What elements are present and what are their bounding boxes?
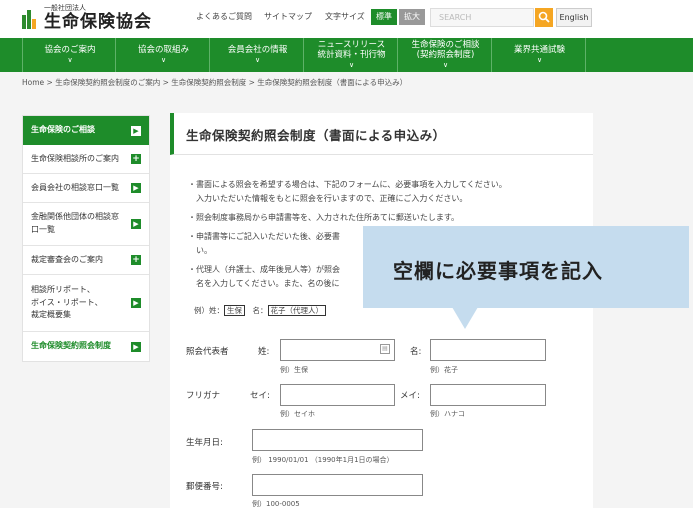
mei-kana-input[interactable] — [430, 384, 546, 406]
nav-item-consultation[interactable]: 生命保険のご相談 (契約照会制度) ∨ — [398, 38, 492, 72]
birthdate-input[interactable] — [252, 429, 423, 451]
font-size-label: 文字サイズ — [325, 12, 365, 21]
label-sei-kana: セイ: — [250, 391, 270, 401]
sidebar-item-member-contacts[interactable]: 会員会社の相談窓口一覧 ▶ — [23, 174, 149, 203]
chevron-down-icon: ∨ — [442, 61, 449, 70]
plus-icon: + — [131, 255, 141, 265]
chevron-down-icon: ∨ — [254, 56, 261, 65]
page-title: 生命保険契約照会制度（書面による申込み） — [186, 128, 446, 143]
plus-icon: + — [131, 154, 141, 164]
chevron-down-icon: ∨ — [348, 61, 355, 70]
arrow-right-icon: ▶ — [131, 298, 141, 308]
sidebar-heading[interactable]: 生命保険のご相談 ▶ — [23, 116, 149, 145]
nav-item-news[interactable]: ニュースリリース 統計資料・刊行物 ∨ — [304, 38, 398, 72]
callout-text: 空欄に必要事項を記入 — [393, 259, 603, 283]
sidebar-item-arbitration[interactable]: 裁定審査会のご案内 + — [23, 246, 149, 275]
font-size-large-button[interactable]: 拡大 — [399, 9, 425, 25]
hint-postal-code: 例）100-0005 — [252, 500, 300, 508]
nav-item-activities[interactable]: 協会の取組み ∨ — [116, 38, 210, 72]
logo-title: 生命保険協会 — [44, 12, 152, 32]
hint-sei: 例）生保 — [280, 366, 308, 374]
sidebar-item-contract-inquiry[interactable]: 生命保険契約照会制度 ▶ — [23, 332, 149, 361]
hint-mei: 例）花子 — [430, 366, 458, 374]
hint-birthdate: 例） 1990/01/01 （1990年1月1日の場合） — [252, 456, 394, 464]
hint-mei-kana: 例）ハナコ — [430, 410, 465, 418]
arrow-right-icon: ▶ — [131, 183, 141, 193]
hint-sei-kana: 例）セイホ — [280, 410, 315, 418]
site-header: 一般社団法人 生命保険協会 よくあるご質問 サイトマップ 文字サイズ 標準 拡大… — [0, 0, 693, 38]
nav-item-exam[interactable]: 業界共通試験 ∨ — [492, 38, 586, 72]
main-content: 生命保険契約照会制度（書面による申込み） ・書面による照会を希望する場合は、下記… — [170, 113, 593, 508]
chevron-down-icon: ∨ — [67, 56, 73, 65]
sidebar-item-financial-contacts[interactable]: 金融関係他団体の相談窓 口一覧 ▶ — [23, 203, 149, 246]
arrow-right-icon: ▶ — [131, 125, 141, 136]
sidebar-item-consultation-office[interactable]: 生命保険相談所のご案内 + — [23, 145, 149, 174]
label-postal-code: 郵便番号: — [186, 482, 223, 492]
label-mei: 名: — [410, 347, 422, 357]
logo-subtitle: 一般社団法人 — [44, 4, 86, 12]
site-logo[interactable]: 一般社団法人 生命保険協会 — [22, 5, 152, 31]
mei-input[interactable] — [430, 339, 546, 361]
faq-link[interactable]: よくあるご質問 — [196, 11, 252, 22]
english-button[interactable]: English — [556, 8, 592, 27]
postal-code-input[interactable] — [252, 474, 423, 496]
arrow-right-icon: ▶ — [131, 219, 141, 229]
logo-mark-icon — [22, 7, 40, 29]
breadcrumb[interactable]: Home > 生命保険契約照会制度のご案内 > 生命保険契約照会制度 > 生命保… — [22, 77, 407, 88]
name-example: 例）姓： 生保 名： 花子（代理人） — [194, 305, 326, 316]
search-input[interactable]: SEARCH — [430, 8, 534, 27]
input-helper-icon: ▤ — [380, 344, 390, 354]
instruction-item: ・書面による照会を希望する場合は、下記のフォームに、必要事項を入力してください。… — [188, 180, 507, 203]
font-size-standard-button[interactable]: 標準 — [371, 9, 397, 25]
page-title-bar: 生命保険契約照会制度（書面による申込み） — [170, 113, 593, 155]
chevron-down-icon: ∨ — [536, 56, 543, 65]
nav-item-members[interactable]: 会員会社の情報 ∨ — [210, 38, 304, 72]
search-icon — [538, 11, 550, 23]
label-sei: 姓: — [258, 347, 270, 357]
instruction-item: ・照会制度事務局から申請書等を、入力された住所あてに郵送いたします。 — [188, 213, 460, 222]
label-representative: 照会代表者 — [186, 347, 229, 357]
chevron-down-icon: ∨ — [160, 56, 167, 65]
search-button[interactable] — [535, 8, 553, 27]
label-birthdate: 生年月日: — [186, 438, 223, 448]
sidebar: 生命保険のご相談 ▶ 生命保険相談所のご案内 + 会員会社の相談窓口一覧 ▶ 金… — [22, 115, 150, 362]
nav-item-about[interactable]: 協会のご案内 ∨ — [22, 38, 116, 72]
arrow-right-icon: ▶ — [131, 341, 141, 352]
sitemap-link[interactable]: サイトマップ — [264, 11, 312, 22]
global-nav: 協会のご案内 ∨ 協会の取組み ∨ 会員会社の情報 ∨ ニュースリリース 統計資… — [0, 38, 693, 72]
label-mei-kana: メイ: — [400, 391, 420, 401]
sei-input[interactable]: ▤ — [280, 339, 395, 361]
sei-kana-input[interactable] — [280, 384, 395, 406]
label-furigana: フリガナ — [186, 391, 221, 401]
sidebar-item-reports[interactable]: 相談所リポート、 ボイス・リポート、 裁定概要集 ▶ — [23, 275, 149, 332]
callout-pointer — [452, 307, 478, 329]
